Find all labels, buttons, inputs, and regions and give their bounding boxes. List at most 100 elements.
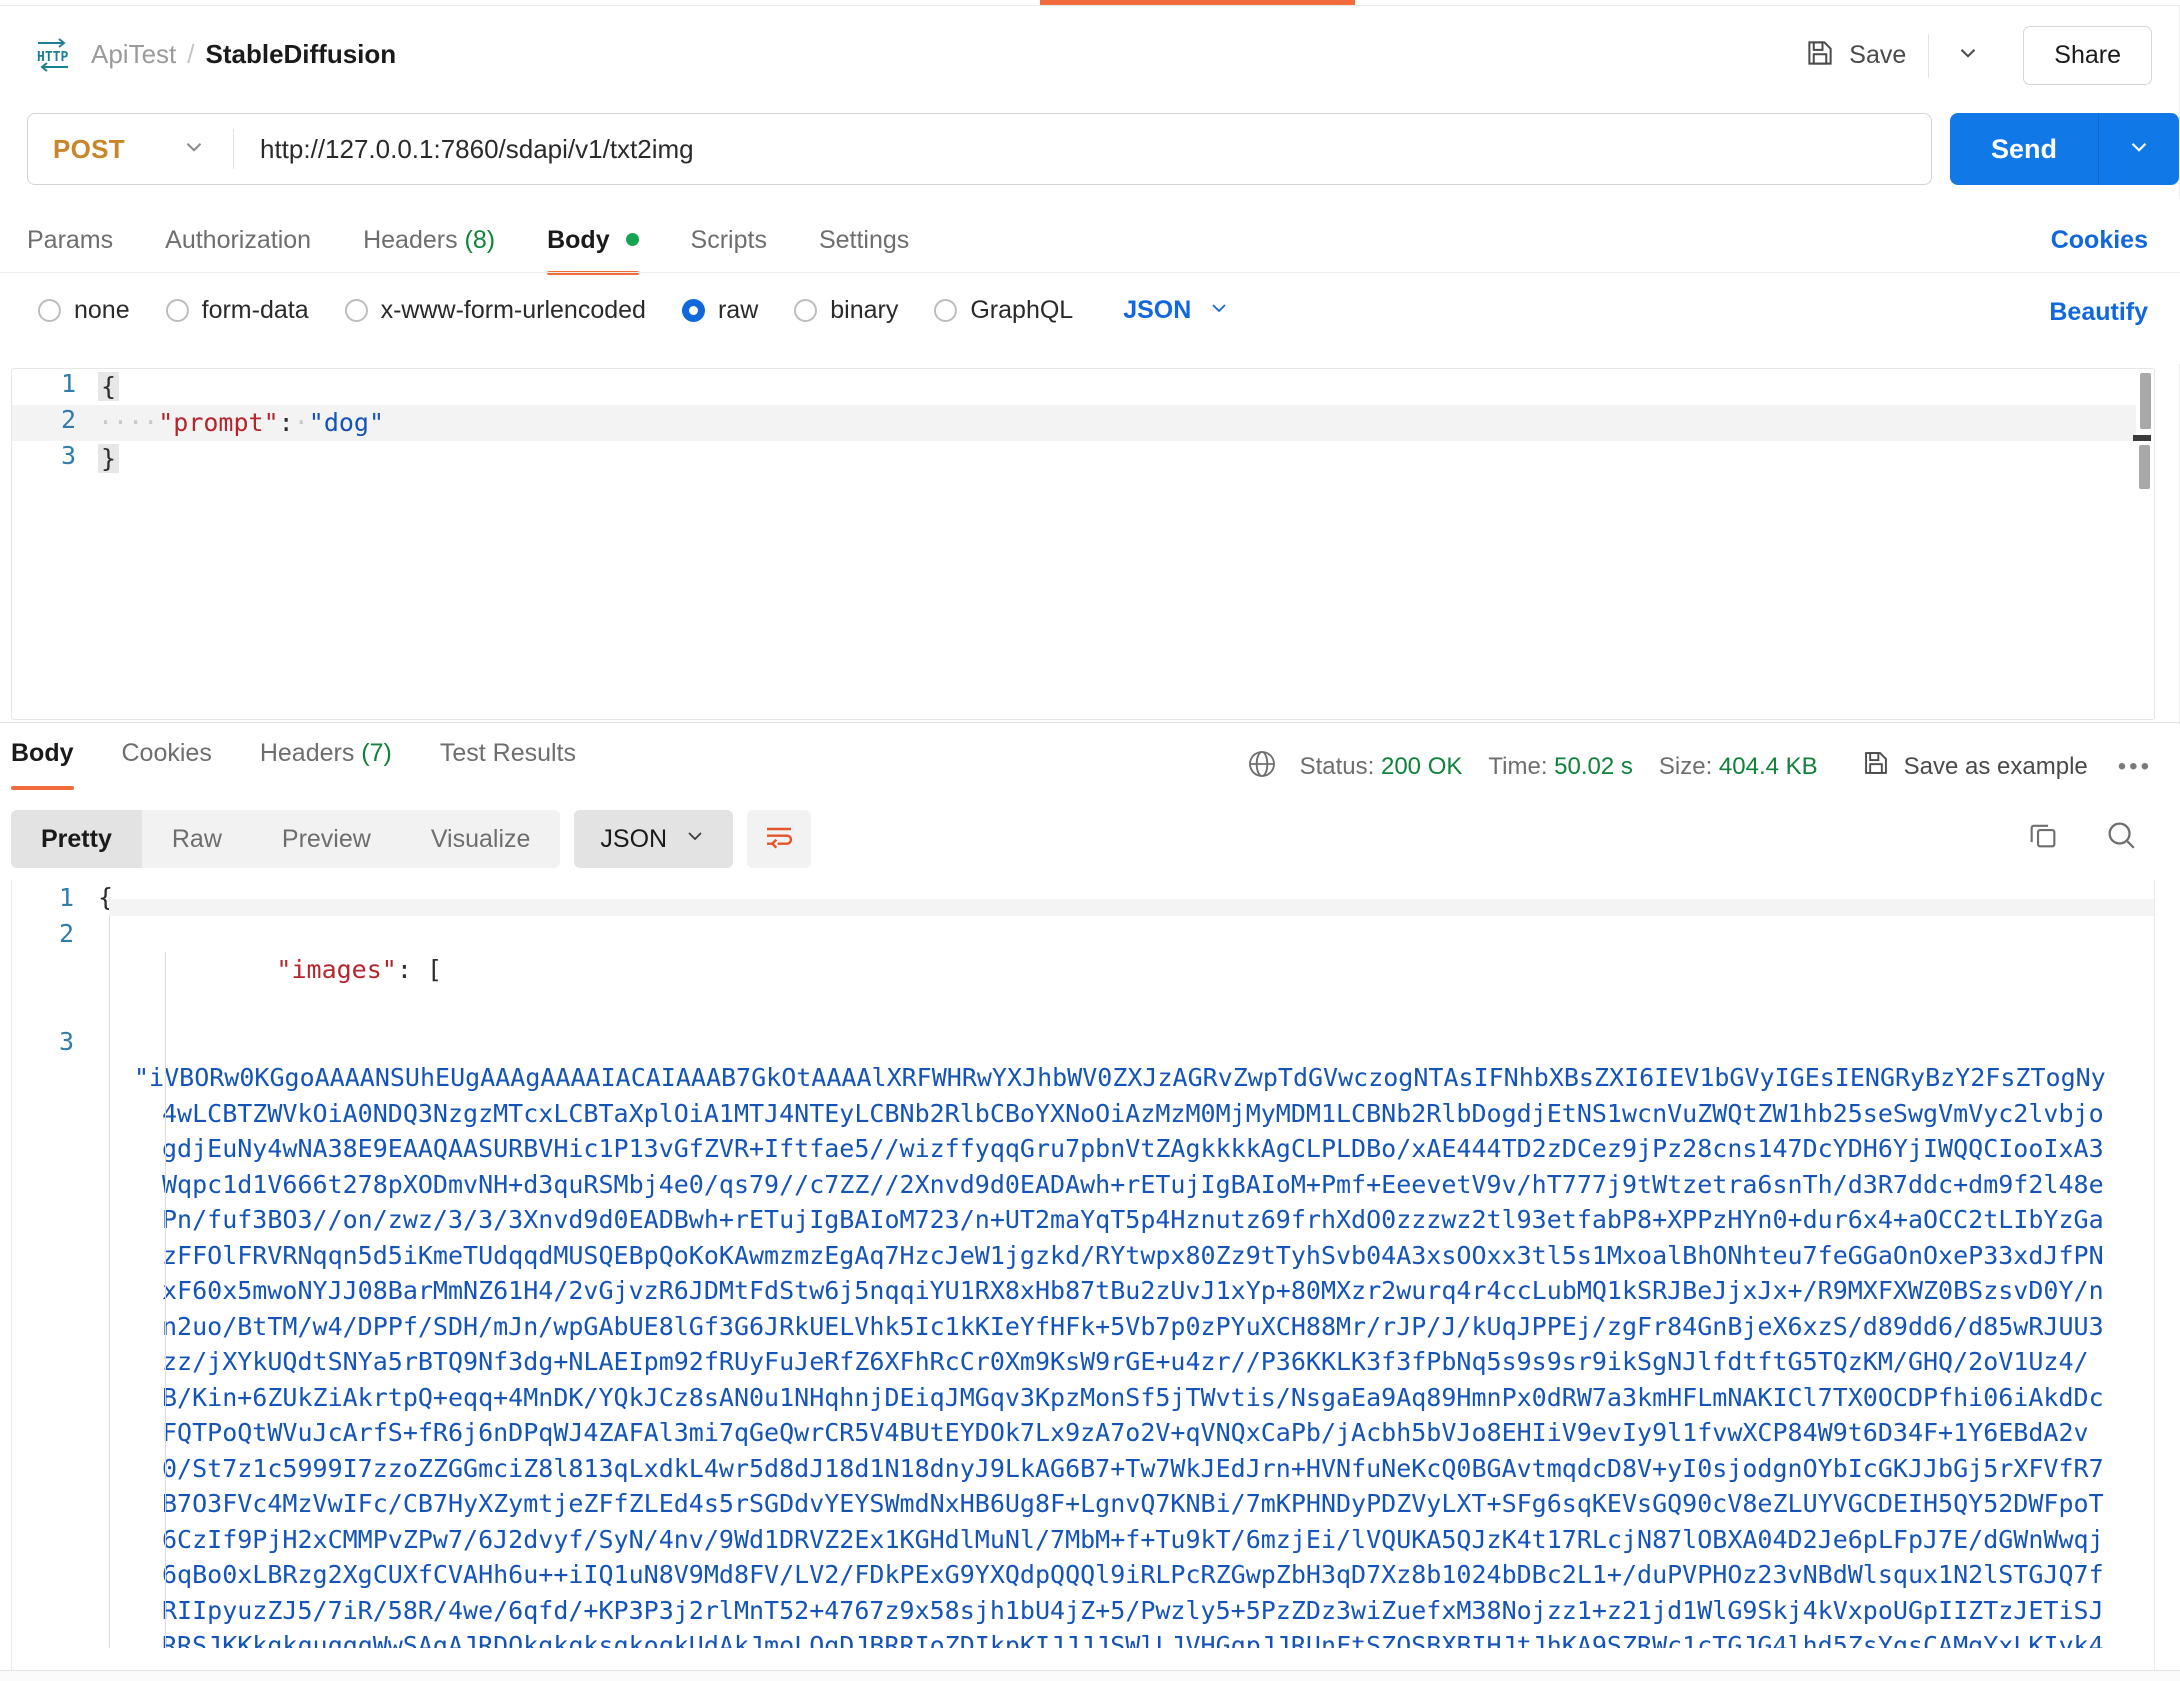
radio-selected-icon [681, 299, 705, 322]
radio-graphql[interactable]: GraphQL [934, 296, 1073, 325]
floppy-disk-icon [1805, 38, 1835, 73]
url-bar-row: POST http://127.0.0.1:7860/sdapi/v1/txt2… [0, 99, 2180, 201]
save-as-example-button[interactable]: Save as example [1862, 749, 2088, 784]
response-row-highlight [109, 899, 2154, 916]
radio-x-www-form-urlencoded[interactable]: x-www-form-urlencoded [344, 296, 646, 325]
response-tab-headers[interactable]: Headers (7) [236, 735, 416, 790]
radio-label: raw [717, 296, 759, 324]
url-input[interactable]: http://127.0.0.1:7860/sdapi/v1/txt2img [234, 134, 1931, 165]
body-format-selector[interactable]: JSON [1123, 296, 1231, 325]
code-line: 2 ···· "prompt" : · "dog" [12, 405, 2154, 441]
radio-form-data[interactable]: form-data [165, 296, 309, 325]
tab-authorization[interactable]: Authorization [139, 222, 337, 275]
ellipsis-icon[interactable]: ••• [2118, 753, 2152, 781]
send-group: Send [1950, 113, 2179, 185]
breadcrumb-separator: / [187, 38, 195, 69]
save-button[interactable]: Save [1789, 28, 1922, 83]
status-code: Status: 200 OK [1300, 753, 1463, 781]
view-mode-pretty[interactable]: Pretty [11, 810, 142, 868]
request-editor-scrollbar[interactable] [2133, 369, 2154, 719]
code-line: 1 { [12, 369, 2154, 405]
chevron-down-icon [1207, 296, 1231, 325]
response-format-label: JSON [600, 824, 668, 853]
tab-label: Body [11, 739, 74, 767]
radio-label: form-data [201, 296, 309, 324]
share-button[interactable]: Share [2023, 26, 2152, 85]
method-selector[interactable]: POST [28, 134, 233, 165]
response-size: Size: 404.4 KB [1659, 753, 1818, 781]
time-value: 50.02 s [1554, 752, 1633, 780]
radio-circle-icon [344, 299, 368, 322]
chevron-down-icon [181, 134, 207, 165]
breadcrumb-current: StableDiffusion [205, 38, 397, 69]
body-format-label: JSON [1123, 296, 1192, 324]
size-value: 404.4 KB [1718, 752, 1818, 780]
scrollbar-thumb[interactable] [2140, 373, 2151, 429]
body-type-radios: none form-data x-www-form-urlencoded raw… [38, 296, 1231, 325]
line-number: 3 [60, 441, 76, 470]
chevron-down-icon [683, 824, 707, 855]
code-close-brace: } [98, 444, 120, 473]
view-mode-segmented-control: Pretty Raw Preview Visualize [11, 810, 561, 868]
indent-guide [165, 952, 166, 1670]
search-icon [2104, 818, 2138, 857]
status-value: 200 OK [1380, 752, 1463, 780]
response-key: "images" [276, 955, 397, 984]
response-format-selector[interactable]: JSON [574, 810, 734, 868]
radio-raw[interactable]: raw [681, 296, 759, 325]
tab-label: Body [547, 226, 610, 254]
response-tabs: Body Cookies Headers (7) Test Results [11, 735, 600, 790]
chevron-down-icon [1955, 40, 1981, 71]
response-tab-body[interactable]: Body [11, 735, 98, 790]
response-key-suffix: : [ [396, 955, 442, 984]
save-options-button[interactable] [1935, 30, 2001, 81]
breadcrumb-parent[interactable]: ApiTest [91, 39, 176, 70]
tab-label: Headers [363, 226, 458, 254]
tab-label: Test Results [439, 739, 577, 767]
indent-guide [109, 916, 110, 1670]
view-mode-preview[interactable]: Preview [252, 810, 401, 868]
postman-window: HTTP ApiTest / StableDiffusion Save Shar… [0, 0, 2180, 1681]
send-options-button[interactable] [2099, 113, 2179, 185]
request-header: HTTP ApiTest / StableDiffusion Save Shar… [0, 6, 2180, 105]
code-open-brace: { [98, 372, 120, 401]
view-mode-visualize[interactable]: Visualize [401, 810, 561, 868]
cookies-link[interactable]: Cookies [2051, 226, 2148, 255]
tab-headers[interactable]: Headers (8) [337, 222, 521, 275]
radio-circle-icon [38, 299, 61, 322]
tab-params[interactable]: Params [27, 222, 139, 275]
word-wrap-button[interactable] [747, 810, 812, 868]
tab-body[interactable]: Body [521, 222, 664, 275]
search-button[interactable] [2104, 818, 2138, 857]
response-time: Time: 50.02 s [1488, 753, 1633, 781]
response-view-toolbar: Pretty Raw Preview Visualize JSON [11, 810, 812, 868]
radio-label: x-www-form-urlencoded [380, 296, 646, 324]
response-code-line: 3 [12, 1024, 2154, 1060]
line-number: 2 [58, 919, 74, 948]
response-tab-test-results[interactable]: Test Results [416, 735, 600, 790]
response-tab-cookies[interactable]: Cookies [98, 735, 236, 790]
radio-label: none [74, 296, 130, 324]
radio-binary[interactable]: binary [794, 296, 898, 325]
copy-button[interactable] [2026, 818, 2060, 857]
breadcrumb: HTTP ApiTest / StableDiffusion [33, 34, 396, 74]
svg-text:HTTP: HTTP [37, 50, 68, 65]
header-actions: Save Share [1789, 26, 2152, 85]
radio-label: GraphQL [970, 296, 1074, 324]
scrollbar-thumb-lower[interactable] [2139, 445, 2150, 489]
tab-settings[interactable]: Settings [793, 222, 935, 275]
send-button[interactable]: Send [1950, 113, 2098, 185]
headers-count: (7) [361, 739, 392, 767]
code-key: "prompt" [158, 408, 279, 437]
code-indent-dots: ···· [98, 408, 159, 437]
beautify-button[interactable]: Beautify [2049, 298, 2148, 327]
tab-scripts[interactable]: Scripts [665, 222, 793, 275]
view-mode-raw[interactable]: Raw [142, 810, 252, 868]
http-protocol-icon: HTTP [33, 34, 73, 74]
response-body-viewer[interactable]: 1 { 2 "images": [ 3 "iVBORw0KGgoAAAANSUh… [11, 880, 2155, 1670]
line-number: 3 [58, 1027, 74, 1056]
line-number: 1 [58, 883, 74, 912]
code-line: 3 } [12, 441, 2154, 477]
request-body-editor[interactable]: 1 { 2 ···· "prompt" : · "dog" 3 } [11, 368, 2155, 720]
radio-none[interactable]: none [38, 296, 130, 325]
